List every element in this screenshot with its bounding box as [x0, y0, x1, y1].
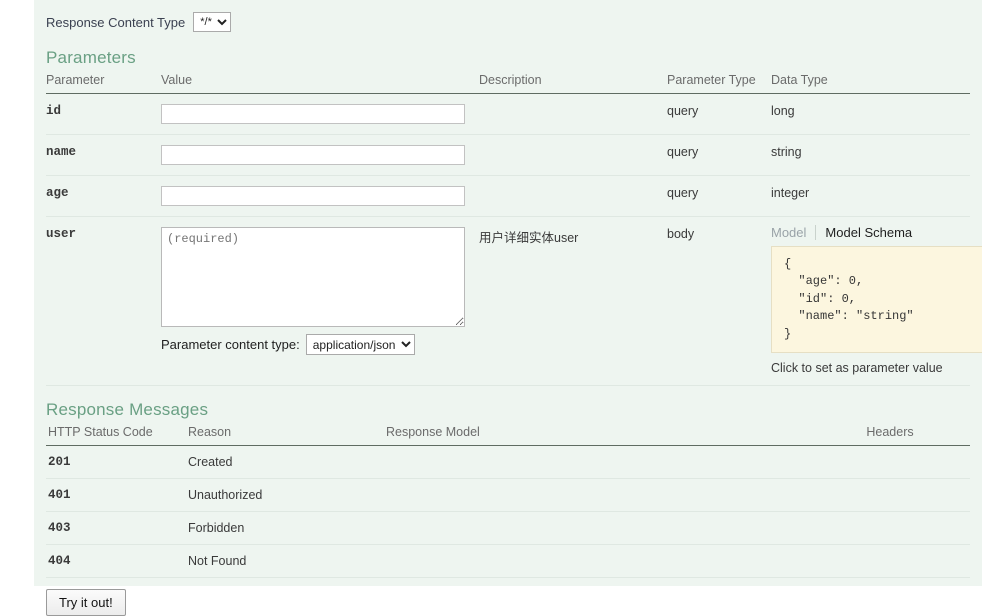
param-name: id — [46, 93, 161, 135]
param-input-name[interactable] — [161, 145, 465, 165]
param-data-type: long — [771, 93, 970, 135]
header-status-code: HTTP Status Code — [46, 424, 188, 446]
table-row: name query string — [46, 134, 970, 176]
param-value-cell: Parameter content type: application/json — [161, 216, 479, 386]
status-headers — [810, 511, 970, 545]
parameter-content-type-label: Parameter content type: — [161, 337, 300, 352]
tab-model[interactable]: Model — [771, 225, 817, 240]
status-headers — [810, 544, 970, 578]
table-row: age query integer — [46, 175, 970, 217]
status-reason: Created — [188, 445, 386, 479]
try-it-out-button[interactable]: Try it out! — [46, 588, 126, 616]
status-code: 404 — [46, 544, 188, 578]
param-description: 用户详细实体user — [479, 216, 667, 386]
table-row: id query long — [46, 93, 970, 135]
status-reason: Unauthorized — [188, 478, 386, 512]
param-name: user — [46, 216, 161, 386]
model-tabs: Model Model Schema — [771, 225, 970, 240]
parameters-heading: Parameters — [46, 48, 136, 67]
header-headers: Headers — [810, 424, 970, 446]
parameter-content-type-row: Parameter content type: application/json — [161, 334, 479, 355]
param-name: age — [46, 175, 161, 217]
param-value-cell — [161, 175, 479, 217]
status-code: 403 — [46, 511, 188, 545]
table-row: 404 Not Found — [46, 544, 970, 578]
response-messages-table: HTTP Status Code Reason Response Model H… — [46, 424, 970, 578]
operation-detail-panel: Response Content Type */* Parameters Par… — [34, 0, 982, 616]
parameters-table: Parameter Value Description Parameter Ty… — [46, 73, 982, 386]
param-type: query — [667, 93, 771, 135]
parameters-table-body: id query long name query string age quer… — [46, 93, 982, 386]
header-parameter: Parameter — [46, 73, 161, 94]
status-headers — [810, 478, 970, 512]
header-parameter-type: Parameter Type — [667, 73, 771, 94]
status-code: 401 — [46, 478, 188, 512]
tab-model-schema[interactable]: Model Schema — [825, 225, 920, 240]
status-response-model — [386, 445, 810, 479]
response-messages-heading: Response Messages — [46, 399, 209, 419]
response-messages-table-head: HTTP Status Code Reason Response Model H… — [46, 424, 970, 446]
param-value-cell — [161, 93, 479, 135]
response-content-type-row: Response Content Type */* — [46, 10, 970, 34]
param-input-id[interactable] — [161, 104, 465, 124]
status-response-model — [386, 478, 810, 512]
param-description — [479, 134, 667, 176]
table-row: 201 Created — [46, 445, 970, 479]
status-reason: Not Found — [188, 544, 386, 578]
table-row: user Parameter content type: application… — [46, 216, 982, 386]
header-value: Value — [161, 73, 479, 94]
param-input-age[interactable] — [161, 186, 465, 206]
param-value-cell — [161, 134, 479, 176]
model-schema-json[interactable]: { "age": 0, "id": 0, "name": "string" } — [771, 246, 982, 353]
param-data-type: string — [771, 134, 970, 176]
status-headers — [810, 445, 970, 479]
status-response-model — [386, 544, 810, 578]
param-type: body — [667, 216, 771, 386]
status-reason: Forbidden — [188, 511, 386, 545]
param-description — [479, 175, 667, 217]
parameters-table-head: Parameter Value Description Parameter Ty… — [46, 73, 970, 94]
header-response-model: Response Model — [386, 424, 810, 446]
status-code: 201 — [46, 445, 188, 479]
param-data-type: integer — [771, 175, 970, 217]
response-content-type-select[interactable]: */* — [193, 12, 232, 32]
param-body-textarea[interactable] — [161, 227, 465, 327]
parameters-header-row: Parameter Value Description Parameter Ty… — [46, 73, 970, 94]
parameter-content-type-select[interactable]: application/json — [305, 334, 415, 355]
param-model-cell: Model Model Schema { "age": 0, "id": 0, … — [771, 216, 982, 386]
response-messages-header-row: HTTP Status Code Reason Response Model H… — [46, 424, 970, 446]
response-messages-table-body: 201 Created 401 Unauthorized 403 Forbidd… — [46, 445, 970, 578]
header-data-type: Data Type — [771, 73, 970, 94]
status-response-model — [386, 511, 810, 545]
param-type: query — [667, 134, 771, 176]
header-reason: Reason — [188, 424, 386, 446]
param-type: query — [667, 175, 771, 217]
response-content-type-label: Response Content Type — [46, 14, 186, 30]
header-description: Description — [479, 73, 667, 94]
table-row: 401 Unauthorized — [46, 478, 970, 512]
param-description — [479, 93, 667, 135]
model-schema-hint: Click to set as parameter value — [771, 360, 943, 375]
param-name: name — [46, 134, 161, 176]
table-row: 403 Forbidden — [46, 511, 970, 545]
